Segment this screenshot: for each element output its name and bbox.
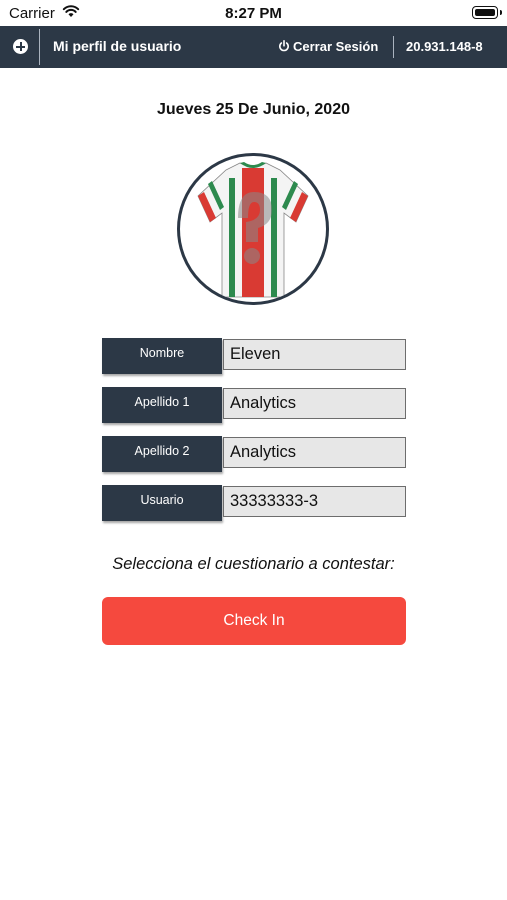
- name-field[interactable]: Eleven: [223, 339, 406, 370]
- field-label: Apellido 2: [102, 436, 222, 472]
- battery-icon: [472, 6, 502, 19]
- field-row-apellido-1: Apellido 1 Analytics: [102, 387, 406, 423]
- field-label: Usuario: [102, 485, 222, 521]
- clock: 8:27 PM: [225, 5, 282, 22]
- first-surname-field[interactable]: Analytics: [223, 388, 406, 419]
- nav-divider: [393, 36, 394, 58]
- status-bar: Carrier 8:27 PM: [0, 0, 507, 26]
- page-title: Mi perfil de usuario: [53, 38, 182, 54]
- check-in-button[interactable]: Check In: [102, 597, 406, 645]
- profile-avatar: [177, 153, 329, 305]
- user-id-label: 20.931.148-8: [406, 39, 483, 54]
- current-date: Jueves 25 De Junio, 2020: [157, 101, 350, 118]
- questionnaire-prompt: Selecciona el cuestionario a contestar:: [112, 555, 395, 573]
- field-row-apellido-2: Apellido 2 Analytics: [102, 436, 406, 472]
- add-circle-icon[interactable]: [13, 39, 28, 54]
- field-label: Apellido 1: [102, 387, 222, 423]
- field-row-nombre: Nombre Eleven: [102, 338, 406, 374]
- power-icon[interactable]: [278, 40, 290, 52]
- username-field[interactable]: 33333333-3: [223, 486, 406, 517]
- second-surname-field[interactable]: Analytics: [223, 437, 406, 468]
- nav-divider: [39, 29, 40, 65]
- soccer-jersey-icon: [197, 162, 309, 298]
- field-label: Nombre: [102, 338, 222, 374]
- logout-button[interactable]: Cerrar Sesión: [293, 39, 378, 54]
- field-row-usuario: Usuario 33333333-3: [102, 485, 406, 521]
- top-nav-bar: Mi perfil de usuario Cerrar Sesión 20.93…: [0, 26, 507, 68]
